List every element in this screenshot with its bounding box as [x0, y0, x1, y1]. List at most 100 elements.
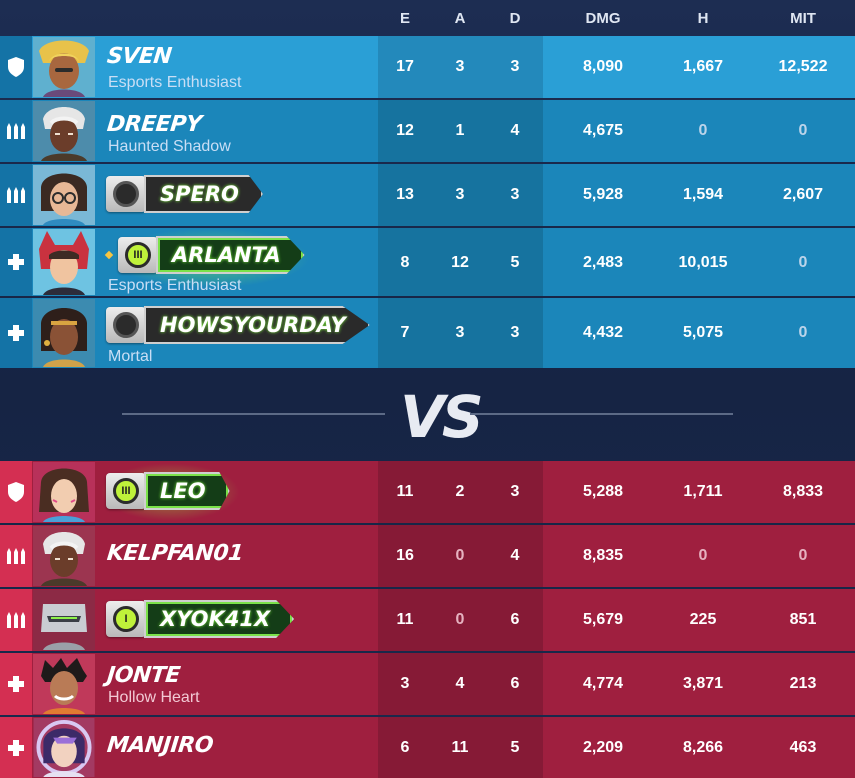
player-nameplate[interactable]: I XYOK41X [106, 600, 295, 638]
shield-icon [0, 36, 32, 98]
stat-damage: 4,675 [582, 122, 624, 139]
player-name: LEO [144, 472, 230, 510]
player-name: ARLANTA [156, 236, 305, 274]
blue-player-row[interactable]: III ARLANTA Esports Enthusiast 8 12 5 2,… [0, 228, 855, 296]
stat-mitigation: 2,607 [782, 186, 824, 203]
stat-deaths: 3 [510, 483, 520, 500]
vs-label: VS [400, 383, 484, 451]
stat-healing: 1,711 [683, 483, 723, 500]
hero-portrait-avatar [33, 165, 95, 225]
red-player-row[interactable]: JONTE Hollow Heart 3 4 6 4,774 3,871 213 [0, 653, 855, 715]
player-name: DREEPY [105, 112, 203, 137]
player-nameplate[interactable]: SPERO [106, 175, 263, 213]
bullets-icon [0, 525, 32, 587]
scoreboard-header: E A D DMG H MIT [0, 0, 855, 36]
red-player-row[interactable]: KELPFAN01 16 0 4 8,835 0 0 [0, 525, 855, 587]
stat-mitigation: 0 [798, 122, 808, 139]
player-name: JONTE [105, 663, 182, 688]
hero-portrait-avatar [33, 101, 95, 161]
stat-healing: 1,594 [682, 186, 724, 203]
player-nameplate[interactable]: III LEO [106, 472, 230, 510]
hero-portrait-avatar [33, 590, 95, 650]
cross-icon [0, 298, 32, 368]
vs-divider: VS [0, 368, 855, 462]
hero-portrait-avatar [33, 526, 95, 586]
rank-badge-icon [106, 176, 146, 212]
player-title: Haunted Shadow [108, 138, 231, 155]
blue-player-row[interactable]: SVEN Esports Enthusiast 17 3 3 8,090 1,6… [0, 36, 855, 98]
stat-damage: 5,288 [582, 483, 624, 500]
stat-damage: 5,679 [582, 611, 624, 628]
player-name: KELPFAN01 [105, 541, 245, 566]
player-name: MANJIRO [105, 733, 215, 758]
stat-damage: 4,774 [582, 675, 624, 692]
rank-badge-icon: III [118, 237, 158, 273]
stat-damage: 8,090 [582, 58, 624, 75]
rank-badge-icon: I [106, 601, 146, 637]
col-header-damage: DMG [585, 10, 621, 27]
stat-deaths: 3 [510, 186, 520, 203]
stat-deaths: 5 [510, 739, 520, 756]
hero-portrait-avatar [33, 299, 95, 367]
divider-line-right [470, 413, 733, 415]
shield-icon [0, 461, 32, 523]
player-name: SVEN [105, 44, 173, 69]
hero-portrait-avatar [33, 718, 95, 777]
player-name: SPERO [144, 175, 263, 213]
player-title: Mortal [108, 348, 153, 365]
stat-healing: 1,667 [682, 58, 724, 75]
blue-player-row[interactable]: HOWSYOURDAY Mortal 7 3 3 4,432 5,075 0 [0, 298, 855, 368]
player-title: Esports Enthusiast [108, 74, 242, 91]
stat-mitigation: 213 [789, 675, 817, 692]
stat-deaths: 4 [510, 122, 520, 139]
stat-deaths: 6 [510, 611, 520, 628]
stat-deaths: 6 [510, 675, 520, 692]
stat-mitigation: 0 [798, 324, 808, 341]
cross-icon [0, 228, 32, 296]
stat-healing: 225 [689, 611, 717, 628]
red-player-row[interactable]: I XYOK41X 11 0 6 5,679 225 851 [0, 589, 855, 651]
stat-healing: 8,266 [682, 739, 724, 756]
blue-player-row[interactable]: SPERO 13 3 3 5,928 1,594 2,607 [0, 164, 855, 226]
stat-mitigation: 8,833 [782, 483, 824, 500]
player-name: HOWSYOURDAY [144, 306, 370, 344]
stat-mitigation: 851 [789, 611, 817, 628]
stat-damage: 2,483 [582, 254, 624, 271]
stat-healing: 3,871 [682, 675, 724, 692]
stat-damage: 5,928 [582, 186, 624, 203]
player-title: Esports Enthusiast [108, 277, 242, 294]
hero-portrait-avatar [33, 37, 95, 97]
col-header-healing: H [697, 10, 709, 27]
stat-deaths: 3 [510, 324, 520, 341]
player-title: Hollow Heart [108, 689, 200, 706]
stat-damage: 8,835 [582, 547, 624, 564]
red-player-row[interactable]: III LEO 11 2 3 5,288 1,711 8,833 [0, 461, 855, 523]
player-nameplate[interactable]: III ARLANTA [118, 236, 305, 274]
player-nameplate[interactable]: HOWSYOURDAY [106, 306, 370, 344]
blue-player-row[interactable]: DREEPY Haunted Shadow 12 1 4 4,675 0 0 [0, 100, 855, 162]
bullets-icon [0, 589, 32, 651]
cross-icon [0, 717, 32, 778]
stat-damage: 4,432 [582, 324, 624, 341]
hero-portrait-avatar [33, 462, 95, 522]
stat-healing: 10,015 [678, 254, 728, 271]
rank-badge-icon: III [106, 473, 146, 509]
cross-icon [0, 653, 32, 715]
bullets-icon [0, 100, 32, 162]
divider-line-left [122, 413, 385, 415]
stat-deaths: 5 [510, 254, 520, 271]
hero-portrait-avatar [33, 229, 95, 295]
red-player-row[interactable]: MANJIRO 6 11 5 2,209 8,266 463 [0, 717, 855, 778]
bullets-icon [0, 164, 32, 226]
player-name: XYOK41X [144, 600, 295, 638]
stat-deaths: 4 [510, 547, 520, 564]
stat-healing: 0 [698, 547, 708, 564]
stat-mitigation: 0 [798, 547, 808, 564]
stat-mitigation: 463 [789, 739, 817, 756]
stat-mitigation: 12,522 [778, 58, 828, 75]
stat-mitigation: 0 [798, 254, 808, 271]
hero-portrait-avatar [33, 654, 95, 714]
stat-healing: 5,075 [682, 324, 724, 341]
stat-deaths: 3 [510, 58, 520, 75]
col-header-mitigation: MIT [790, 10, 816, 27]
